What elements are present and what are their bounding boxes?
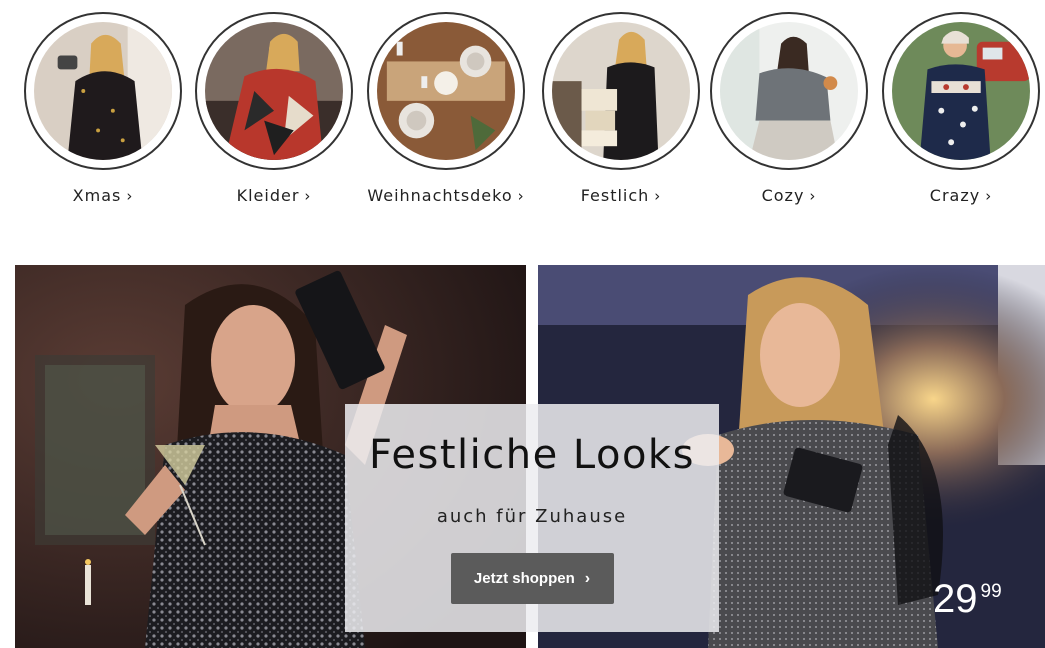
category-label-text: Xmas [72,186,122,205]
chevron-right-icon: › [304,187,312,205]
category-label-text: Festlich [580,186,650,205]
banner-title: Festliche Looks [369,432,695,478]
cozy-photo-image [720,22,858,160]
category-image-ring[interactable] [195,12,353,170]
category-festlich[interactable]: Festlich › [536,12,706,205]
category-image-ring[interactable] [542,12,700,170]
category-photo-weihnachtsdeko[interactable] [377,22,515,160]
price-decimal: 99 [980,581,1002,602]
category-photo-cozy[interactable] [720,22,858,160]
category-label-text: Crazy [929,186,981,205]
crazy-photo-image [892,22,1030,160]
chevron-right-icon: › [654,187,662,205]
category-label-text: Kleider [236,186,300,205]
category-image-ring[interactable] [710,12,868,170]
shop-now-label: Jetzt shoppen [473,570,575,587]
category-label[interactable]: Cozy › [762,186,817,205]
category-label[interactable]: Weihnachtsdeko › [367,186,524,205]
chevron-right-icon: › [517,187,525,205]
kleider-photo-image [205,22,343,160]
category-xmas[interactable]: Xmas › [18,12,188,205]
banner-subtitle: auch für Zuhause [436,506,628,527]
shop-now-button[interactable]: Jetzt shoppen › [450,553,614,604]
category-label[interactable]: Kleider › [237,186,312,205]
category-photo-kleider[interactable] [205,22,343,160]
category-weihnachtsdeko[interactable]: Weihnachtsdeko › [361,12,531,205]
category-photo-festlich[interactable] [552,22,690,160]
chevron-right-icon: › [985,187,993,205]
category-image-ring[interactable] [24,12,182,170]
category-photo-xmas[interactable] [34,22,172,160]
banner-text-box: Festliche Looks auch für Zuhause Jetzt s… [345,404,719,632]
category-label-text: Cozy [761,186,805,205]
chevron-right-icon: › [126,187,134,205]
weihnachtsdeko-photo-image [377,22,515,160]
category-kleider[interactable]: Kleider › [189,12,359,205]
category-label[interactable]: Crazy › [930,186,992,205]
xmas-photo-image [34,22,172,160]
price-integer: 29 [933,577,978,621]
category-row: Xmas › Kleider › Weihnachtsdeko › Festli… [0,0,1045,230]
category-image-ring[interactable] [882,12,1040,170]
category-label-text: Weihnachtsdeko [367,186,513,205]
category-label[interactable]: Xmas › [73,186,134,205]
category-photo-crazy[interactable] [892,22,1030,160]
promo-banner[interactable]: Festliche Looks auch für Zuhause Jetzt s… [15,265,1045,648]
price-tag: 29 99 [933,577,1002,622]
category-cozy[interactable]: Cozy › [704,12,874,205]
category-label[interactable]: Festlich › [581,186,662,205]
chevron-right-icon: › [809,187,817,205]
category-crazy[interactable]: Crazy › [876,12,1045,205]
festlich-photo-image [552,22,690,160]
chevron-right-icon: › [584,569,591,587]
category-image-ring[interactable] [367,12,525,170]
